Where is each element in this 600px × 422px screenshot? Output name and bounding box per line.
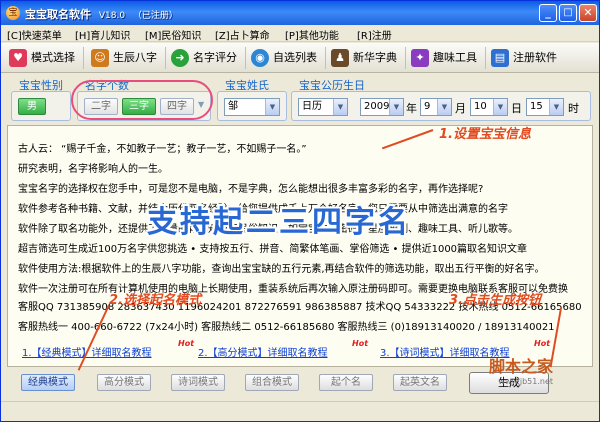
mode-select-label: 模式选择 (31, 51, 75, 64)
menu-register[interactable]: [R]注册 (357, 27, 392, 42)
hour-unit: 时 (568, 102, 579, 115)
fun-tools-button[interactable]: ✦ 趣味工具 (411, 47, 481, 69)
app-window: 宝 宝宝取名软件 V18.0 （已注册） _ □ ✕ [C]快速菜单 [H]育儿… (0, 0, 600, 422)
score-mode-tutorial-link[interactable]: 2.【高分模式】详细取名教程 (198, 344, 328, 359)
year-select[interactable]: 2009 ▼ (360, 98, 404, 116)
tab-poetry-mode[interactable]: 诗词模式 (171, 374, 225, 391)
birth-chart-button[interactable]: ☺ 生辰八字 (91, 47, 161, 69)
calendar-type-value: 日历 (302, 101, 322, 112)
name-score-button[interactable]: ➜ 名字评分 (171, 47, 241, 69)
step1-annotation: 1.设置宝宝信息 (439, 127, 531, 142)
window-title-text: 宝宝取名软件 (25, 8, 91, 21)
dictionary-label: 新华字典 (353, 51, 397, 64)
text-line: 古人云： “赐子千金，不如教子一艺；教子一艺，不如赐子一名。” (18, 144, 307, 155)
status-bar (1, 401, 599, 421)
menu-other[interactable]: [P]其他功能 (285, 27, 339, 42)
mode-select-button[interactable]: ♥ 模式选择 (9, 47, 79, 69)
chevron-down-icon[interactable]: ▼ (265, 99, 279, 115)
minimize-button[interactable]: _ (539, 4, 557, 22)
puzzle-icon: ✦ (411, 49, 429, 67)
register-icon: ▤ (491, 49, 509, 67)
year-value: 2009 (364, 101, 390, 112)
toolbar-divider (83, 47, 84, 69)
version-label: V18.0 (98, 11, 126, 21)
text-line: 研究表明，名字将影响人的一生。 (18, 164, 168, 175)
heart-icon: ♥ (9, 49, 27, 67)
surname-value: 邹 (228, 101, 238, 112)
tab-combo-mode[interactable]: 组合模式 (245, 374, 299, 391)
month-value: 9 (424, 101, 431, 112)
title-bar[interactable]: 宝 宝宝取名软件 V18.0 （已注册） _ □ ✕ (1, 1, 599, 25)
day-value: 10 (474, 101, 487, 112)
chevron-down-icon[interactable]: ▼ (389, 99, 403, 115)
menu-parenting[interactable]: [H]育儿知识 (75, 27, 130, 42)
chevron-down-icon[interactable]: ▼ (437, 99, 451, 115)
scholar-icon: ♟ (331, 49, 349, 67)
calendar-type-select[interactable]: 日历 ▼ (298, 98, 348, 116)
tab-quick-name[interactable]: 起个名 (319, 374, 373, 391)
chevron-down-icon[interactable]: ▼ (549, 99, 563, 115)
maximize-button[interactable]: □ (559, 4, 577, 22)
toolbar-divider (245, 47, 246, 69)
day-select[interactable]: 10 ▼ (470, 98, 508, 116)
surname-group: 邹 ▼ (217, 91, 287, 121)
fun-tools-label: 趣味工具 (433, 51, 477, 64)
hot-badge: Hot (352, 339, 369, 348)
year-unit: 年 (406, 102, 417, 115)
app-icon: 宝 (6, 6, 20, 20)
hour-select[interactable]: 15 ▼ (526, 98, 564, 116)
window-title: 宝宝取名软件 V18.0 （已注册） (25, 6, 178, 22)
watermark-logo: 脚本之家 www.jb51.net (489, 353, 553, 386)
watermark-url: www.jb51.net (498, 377, 554, 386)
menu-quick[interactable]: [C]快速菜单 (7, 27, 62, 42)
watermark-text: 脚本之家 (489, 357, 554, 376)
hour-value: 15 (530, 101, 543, 112)
name-score-label: 名字评分 (193, 51, 237, 64)
menu-bar: [C]快速菜单 [H]育儿知识 [M]民俗知识 [Z]占卜算命 [P]其他功能 … (1, 25, 599, 42)
step3-annotation: 3.点击生成按钮 (449, 293, 541, 308)
gender-group: 男 (11, 91, 71, 121)
custom-list-label: 自选列表 (273, 51, 317, 64)
step2-annotation: 2.选择起名模式 (109, 293, 201, 308)
month-unit: 月 (455, 102, 466, 115)
headline-annotation: 支持起二三四字名 (147, 205, 411, 240)
surname-select[interactable]: 邹 ▼ (224, 98, 280, 116)
birth-chart-label: 生辰八字 (113, 51, 157, 64)
month-select[interactable]: 9 ▼ (420, 98, 452, 116)
highlight-oval (71, 80, 213, 120)
register-software-button[interactable]: ▤ 注册软件 (491, 47, 561, 69)
toolbar-divider (165, 47, 166, 69)
gender-male-button[interactable]: 男 (18, 98, 46, 115)
toolbar-divider (405, 47, 406, 69)
toolbar-divider (325, 47, 326, 69)
birthday-group: 日历 ▼ 2009 ▼ 年 9 ▼ 月 10 ▼ 日 15 ▼ 时 (291, 91, 591, 121)
toolbar-divider (485, 47, 486, 69)
menu-folk[interactable]: [M]民俗知识 (145, 27, 201, 42)
menu-divination[interactable]: [Z]占卜算命 (215, 27, 270, 42)
close-button[interactable]: ✕ (579, 4, 597, 22)
text-line: 超吉筛选可生成近100万名字供您挑选 • 支持按五行、拼音、简繁体笔画、掌俗筛选… (18, 244, 528, 255)
hot-badge: Hot (534, 339, 551, 348)
custom-list-button[interactable]: ◉ 自选列表 (251, 47, 321, 69)
tab-classic-mode[interactable]: 经典模式 (21, 374, 75, 391)
tab-score-mode[interactable]: 高分模式 (97, 374, 151, 391)
day-unit: 日 (511, 102, 522, 115)
hot-badge: Hot (178, 339, 195, 348)
arrow-right-icon: ➜ (171, 49, 189, 67)
toolbar: ♥ 模式选择 ☺ 生辰八字 ➜ 名字评分 ◉ 自选列表 ♟ 新华字典 ✦ 趣味工… (1, 43, 599, 73)
register-software-label: 注册软件 (513, 51, 557, 64)
chevron-down-icon[interactable]: ▼ (333, 99, 347, 115)
registered-status: （已注册） (132, 11, 178, 21)
person-icon: ☺ (91, 49, 109, 67)
text-line: 软件使用方法:根据软件上的生辰八字功能，查询出宝宝缺的五行元素,再结合软件的筛选… (18, 264, 545, 275)
earth-icon: ◉ (251, 49, 269, 67)
chevron-down-icon[interactable]: ▼ (493, 99, 507, 115)
text-line: 宝宝名字的选择权在您手中，可是您不是电脑，不是字典，怎么能想出很多丰富多彩的名字… (18, 184, 484, 195)
tab-english-name[interactable]: 起英文名 (393, 374, 447, 391)
dictionary-button[interactable]: ♟ 新华字典 (331, 47, 401, 69)
